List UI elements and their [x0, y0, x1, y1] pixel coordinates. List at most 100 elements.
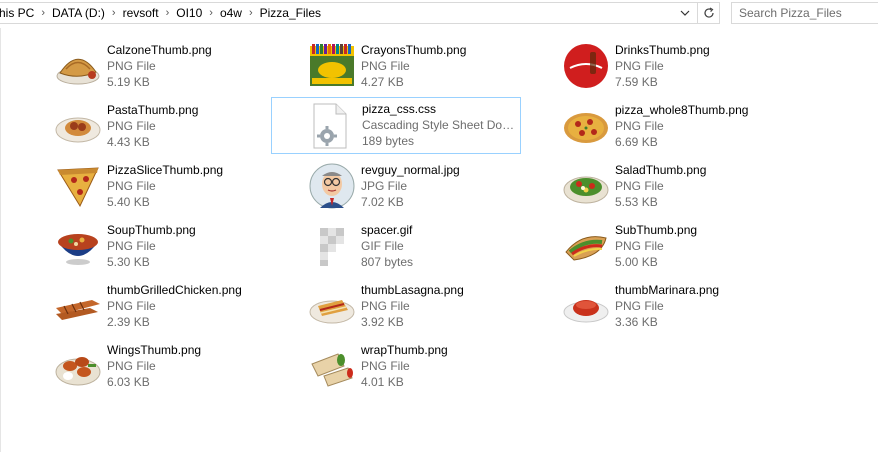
file-name: SubThumb.png — [615, 223, 698, 237]
file-name: pizza_whole8Thumb.png — [615, 103, 749, 117]
search-input[interactable] — [732, 3, 878, 23]
file-size: 189 bytes — [362, 134, 415, 148]
breadcrumb-this-pc[interactable]: his PC — [0, 6, 38, 20]
transparent-gif-thumbnail — [308, 222, 356, 270]
soup-thumbnail — [54, 222, 102, 270]
file-type: PNG File — [107, 119, 156, 133]
file-size: 3.36 KB — [615, 315, 658, 329]
file-type: GIF File — [361, 239, 404, 253]
chevron-down-icon — [680, 10, 690, 16]
chevron-right-icon[interactable]: › — [206, 7, 216, 19]
file-type: Cascading Style Sheet Doc... — [362, 118, 517, 132]
file-name: wrapThumb.png — [361, 343, 448, 357]
file-size: 2.39 KB — [107, 315, 150, 329]
file-item[interactable]: wrapThumb.png PNG File 4.01 KB — [306, 338, 556, 394]
calzone-thumbnail — [54, 42, 102, 90]
file-item[interactable]: thumbLasagna.png PNG File 3.92 KB — [306, 278, 556, 334]
cola-thumbnail — [562, 42, 610, 90]
file-size: 4.27 KB — [361, 75, 404, 89]
file-type: PNG File — [107, 59, 156, 73]
file-type: PNG File — [615, 299, 664, 313]
file-item[interactable]: spacer.gif GIF File 807 bytes — [306, 218, 556, 274]
file-name: WingsThumb.png — [107, 343, 202, 357]
file-size: 5.19 KB — [107, 75, 150, 89]
file-size: 3.92 KB — [361, 315, 404, 329]
wrap-thumbnail — [308, 342, 356, 390]
pizza-slice-thumbnail — [54, 162, 102, 210]
file-size: 6.69 KB — [615, 135, 658, 149]
file-type: PNG File — [615, 59, 664, 73]
address-row: his PC › DATA (D:) › revsoft › OI10 › o4… — [0, 0, 878, 28]
file-item[interactable]: CrayonsThumb.png PNG File 4.27 KB — [306, 38, 556, 94]
pasta-thumbnail — [54, 102, 102, 150]
breadcrumb-o4w[interactable]: o4w — [216, 6, 246, 20]
file-item[interactable]: SubThumb.png PNG File 5.00 KB — [560, 218, 810, 274]
file-type: PNG File — [107, 359, 156, 373]
file-type: PNG File — [361, 299, 410, 313]
file-item[interactable]: CalzoneThumb.png PNG File 5.19 KB — [52, 38, 302, 94]
address-bar[interactable]: his PC › DATA (D:) › revsoft › OI10 › o4… — [0, 2, 698, 24]
file-name: spacer.gif — [361, 223, 413, 237]
file-item[interactable]: DrinksThumb.png PNG File 7.59 KB — [560, 38, 810, 94]
file-name: revguy_normal.jpg — [361, 163, 460, 177]
breadcrumb-data-drive[interactable]: DATA (D:) — [48, 6, 109, 20]
file-size: 5.30 KB — [107, 255, 150, 269]
file-name: SaladThumb.png — [615, 163, 707, 177]
file-type: PNG File — [615, 239, 664, 253]
file-item[interactable]: SoupThumb.png PNG File 5.30 KB — [52, 218, 302, 274]
refresh-icon — [703, 7, 714, 18]
file-type: PNG File — [361, 59, 410, 73]
file-item[interactable]: PastaThumb.png PNG File 4.43 KB — [52, 98, 302, 154]
file-size: 6.03 KB — [107, 375, 150, 389]
file-size: 4.01 KB — [361, 375, 404, 389]
file-name: DrinksThumb.png — [615, 43, 710, 57]
file-type: PNG File — [107, 179, 156, 193]
file-type: PNG File — [615, 119, 664, 133]
file-name: PastaThumb.png — [107, 103, 199, 117]
grilled-chicken-thumbnail — [54, 282, 102, 330]
file-item[interactable]: WingsThumb.png PNG File 6.03 KB — [52, 338, 302, 394]
file-name: thumbLasagna.png — [361, 283, 464, 297]
file-type: PNG File — [615, 179, 664, 193]
file-size: 5.40 KB — [107, 195, 150, 209]
crayons-thumbnail — [308, 42, 356, 90]
chevron-right-icon[interactable]: › — [163, 7, 173, 19]
navigation-pane-edge — [0, 28, 1, 452]
file-item[interactable]: thumbGrilledChicken.png PNG File 2.39 KB — [52, 278, 302, 334]
file-name: SoupThumb.png — [107, 223, 196, 237]
file-size: 7.02 KB — [361, 195, 404, 209]
chevron-right-icon[interactable]: › — [109, 7, 119, 19]
breadcrumb-pizza-files[interactable]: Pizza_Files — [256, 6, 325, 20]
file-item[interactable]: PizzaSliceThumb.png PNG File 5.40 KB — [52, 158, 302, 214]
sub-sandwich-thumbnail — [562, 222, 610, 270]
cartoon-man-thumbnail — [308, 162, 356, 210]
file-item[interactable]: revguy_normal.jpg JPG File 7.02 KB — [306, 158, 556, 214]
breadcrumb: his PC › DATA (D:) › revsoft › OI10 › o4… — [0, 3, 325, 23]
file-name: pizza_css.css — [362, 102, 437, 116]
salad-thumbnail — [562, 162, 610, 210]
file-name: CrayonsThumb.png — [361, 43, 467, 57]
file-size: 5.53 KB — [615, 195, 658, 209]
address-history-dropdown-button[interactable] — [675, 2, 695, 24]
css-file-icon — [306, 102, 354, 150]
search-box[interactable] — [731, 2, 878, 24]
file-item[interactable]: SaladThumb.png PNG File 5.53 KB — [560, 158, 810, 214]
file-size: 5.00 KB — [615, 255, 658, 269]
breadcrumb-oi10[interactable]: OI10 — [172, 6, 206, 20]
file-size: 7.59 KB — [615, 75, 658, 89]
file-name: PizzaSliceThumb.png — [107, 163, 224, 177]
file-name: thumbMarinara.png — [615, 283, 720, 297]
refresh-button[interactable] — [698, 2, 720, 24]
file-item[interactable]: pizza_whole8Thumb.png PNG File 6.69 KB — [560, 98, 810, 154]
file-size: 807 bytes — [361, 255, 414, 269]
wings-thumbnail — [54, 342, 102, 390]
file-type: PNG File — [107, 239, 156, 253]
file-type: PNG File — [107, 299, 156, 313]
breadcrumb-revsoft[interactable]: revsoft — [119, 6, 163, 20]
chevron-right-icon[interactable]: › — [38, 7, 48, 19]
file-item[interactable]: thumbMarinara.png PNG File 3.36 KB — [560, 278, 810, 334]
file-item-selected[interactable]: pizza_css.css Cascading Style Sheet Doc.… — [271, 97, 521, 154]
chevron-right-icon[interactable]: › — [246, 7, 256, 19]
file-size: 4.43 KB — [107, 135, 150, 149]
marinara-thumbnail — [562, 282, 610, 330]
